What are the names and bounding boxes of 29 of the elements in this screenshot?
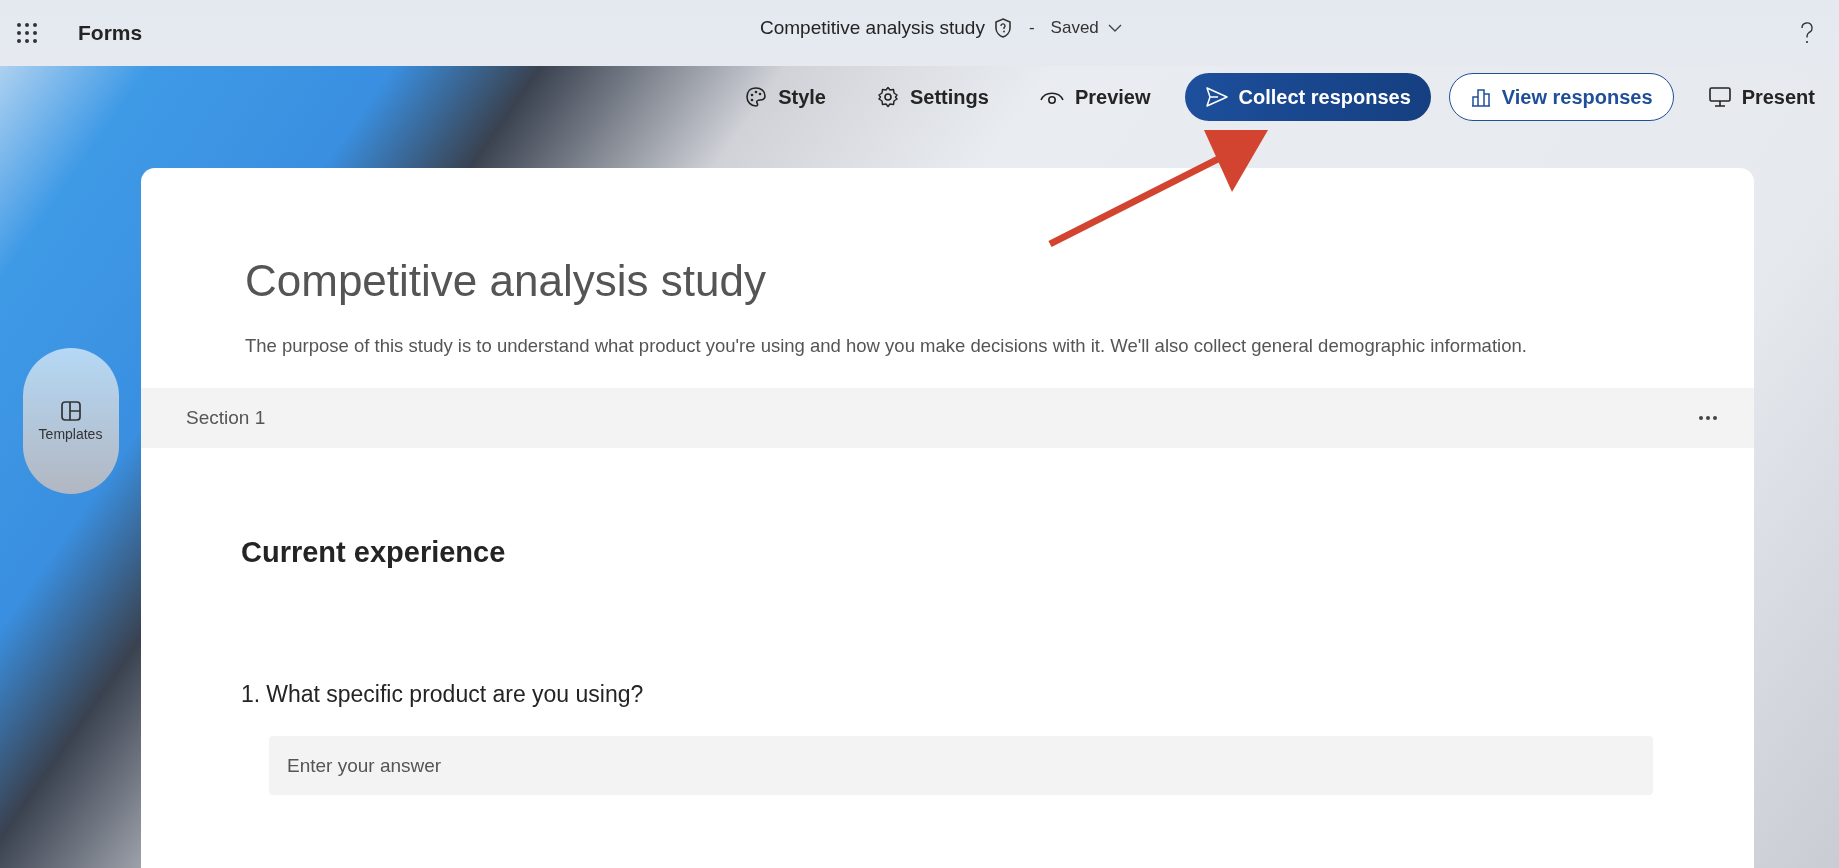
section-label: Section 1 — [186, 407, 266, 429]
toolbar-button[interactable]: View responses — [1448, 73, 1674, 121]
chevron-down-icon[interactable] — [1106, 23, 1123, 33]
help-icon[interactable] — [1799, 21, 1815, 45]
toolbar-button[interactable]: Present — [1691, 73, 1831, 121]
question-text: What specific product are you using? — [266, 681, 644, 708]
separator-dash: - — [1028, 18, 1035, 38]
toolbar-button[interactable]: Settings — [860, 73, 1005, 121]
toolbar-button[interactable]: Preview — [1022, 73, 1167, 121]
section-heading: Current experience — [241, 536, 507, 569]
app-launcher-icon[interactable] — [16, 22, 38, 44]
more-icon[interactable] — [1698, 415, 1718, 421]
send-icon — [1204, 86, 1229, 108]
form-heading: Competitive analysis study — [245, 256, 767, 306]
bar-chart-icon — [1469, 86, 1492, 108]
monitor-icon — [1707, 85, 1732, 109]
palette-icon — [744, 85, 769, 109]
form-title[interactable]: Competitive analysis study — [760, 17, 985, 39]
layout-icon — [59, 400, 82, 422]
app-name[interactable]: Forms — [78, 21, 143, 45]
settings-icon — [876, 85, 900, 109]
save-status: Saved — [1050, 18, 1099, 38]
form-description: The purpose of this study is to understand what product you're using and how you make decisions with it. We'll also collect general demographic information. — [245, 334, 1528, 358]
question-number: 1. — [241, 681, 261, 708]
templates-button[interactable]: Templates — [22, 348, 119, 494]
collect-button[interactable]: Collect responses — [1184, 73, 1431, 121]
shield-icon — [992, 17, 1013, 39]
answer-field[interactable]: Enter your answer — [269, 736, 1653, 795]
toolbar-button[interactable]: Style — [728, 73, 842, 121]
